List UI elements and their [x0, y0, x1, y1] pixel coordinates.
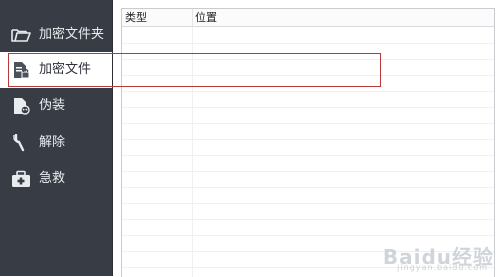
column-header-location[interactable]: 位置 [192, 9, 494, 26]
sidebar-item-encrypt-folder[interactable]: 加密文件夹 [0, 17, 112, 53]
file-list-table[interactable]: 类型 位置 [121, 8, 495, 277]
table-row [122, 91, 494, 108]
folder-icon [11, 26, 31, 44]
main-content: 类型 位置 [113, 0, 500, 277]
column-header-type[interactable]: 类型 [122, 9, 193, 26]
table-row [122, 75, 494, 92]
sidebar-item-disguise[interactable]: 伪装 [0, 88, 112, 124]
table-row [122, 27, 494, 44]
table-row [122, 59, 494, 76]
watermark-logo: Baidu经验 jingyan.baidu.com [383, 241, 494, 272]
sidebar-item-label: 急救 [39, 171, 66, 186]
table-row [122, 187, 494, 204]
watermark-subtext: jingyan.baidu.com [397, 263, 488, 272]
table-row [122, 43, 494, 60]
sidebar-item-label: 加密文件 [39, 62, 92, 77]
sidebar-item-encrypt-file[interactable]: 加密文件 [0, 52, 112, 88]
table-row [122, 107, 494, 124]
wrench-icon [11, 134, 31, 152]
sidebar-item-remove[interactable]: 解除 [0, 125, 112, 161]
first-aid-kit-icon [11, 170, 31, 188]
table-row [122, 139, 494, 156]
table-header: 类型 位置 [122, 9, 494, 27]
sidebar-item-first-aid[interactable]: 急救 [0, 161, 112, 197]
sidebar: 加密文件夹 加密文件 伪装 解除 急救 [0, 0, 112, 276]
sidebar-item-label: 加密文件夹 [39, 27, 105, 42]
disguise-icon [11, 97, 31, 115]
table-row [122, 171, 494, 188]
table-row [122, 155, 494, 172]
table-body [122, 27, 494, 277]
encrypted-file-icon [11, 61, 31, 79]
sidebar-item-label: 解除 [39, 135, 66, 150]
table-row [122, 219, 494, 236]
table-row [122, 123, 494, 140]
table-row [122, 203, 494, 220]
sidebar-item-label: 伪装 [39, 98, 66, 113]
